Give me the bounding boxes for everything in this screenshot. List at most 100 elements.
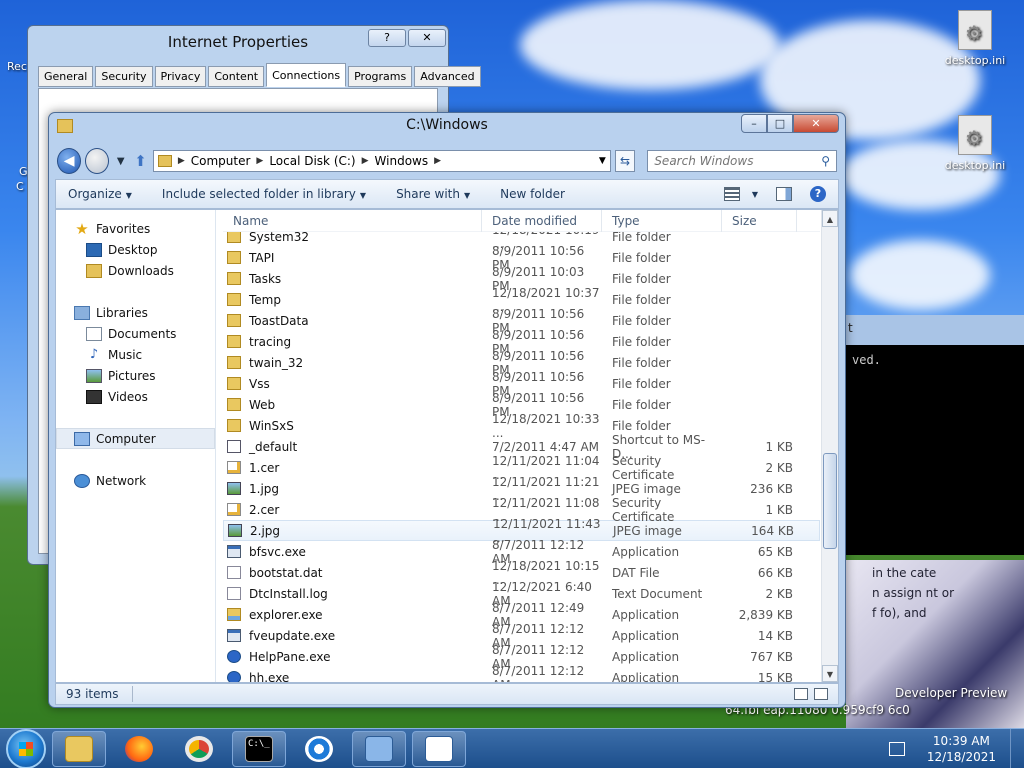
large-icons-view-button-icon[interactable] (814, 688, 828, 700)
breadcrumb-windows[interactable]: Windows (375, 154, 429, 168)
document-icon (86, 326, 102, 341)
column-header-name[interactable]: Name (223, 210, 482, 232)
file-name: ToastData (249, 313, 309, 328)
nav-network[interactable]: Network (56, 470, 215, 491)
desktop-icon-desktop-ini-2[interactable]: desktop.ini (940, 115, 1010, 172)
tab-privacy[interactable]: Privacy (154, 66, 207, 87)
address-dropdown-icon[interactable]: ▼ (599, 156, 606, 166)
chevron-right-icon[interactable]: ▶ (256, 156, 263, 166)
column-header-size[interactable]: Size (722, 210, 797, 232)
new-folder-button[interactable]: New folder (500, 187, 565, 201)
nav-documents[interactable]: Documents (56, 323, 215, 344)
taskbar-explorer[interactable] (52, 730, 106, 767)
breadcrumb-computer[interactable]: Computer (191, 154, 251, 168)
nav-computer[interactable]: Computer (56, 428, 215, 449)
recent-pages-dropdown[interactable]: ▼ (113, 156, 128, 167)
explorer-window[interactable]: C:\Windows – □ ✕ ◀ ▼ ⬆ ▶ Computer ▶ Loca… (48, 112, 846, 708)
chevron-right-icon[interactable]: ▶ (434, 156, 441, 166)
nav-music[interactable]: ♪ Music (56, 344, 215, 365)
cloud (850, 240, 990, 310)
tab-advanced[interactable]: Advanced (414, 66, 481, 87)
search-box[interactable]: ⚲ (647, 150, 837, 172)
nav-downloads[interactable]: Downloads (56, 260, 215, 281)
file-icon (227, 587, 241, 600)
console-window[interactable]: t ved. (846, 315, 1024, 555)
help-icon[interactable]: ? (810, 186, 826, 202)
file-type: Application (612, 670, 680, 683)
organize-button[interactable]: Organize ▼ (68, 187, 132, 201)
maximize-button[interactable]: □ (767, 114, 793, 133)
preview-pane-icon[interactable] (776, 187, 792, 201)
taskbar-ie[interactable] (292, 731, 346, 767)
address-bar[interactable]: ▶ Computer ▶ Local Disk (C:) ▶ Windows ▶… (152, 150, 611, 172)
nav-label: Downloads (108, 263, 174, 278)
search-icon[interactable]: ⚲ (821, 154, 830, 168)
nav-label: Favorites (96, 221, 151, 236)
file-name: HelpPane.exe (249, 649, 331, 664)
taskbar-cmd[interactable]: C:\_ (232, 730, 286, 767)
breadcrumb-local-disk[interactable]: Local Disk (C:) (269, 154, 355, 168)
taskbar-internet-options[interactable] (412, 730, 466, 767)
tab-content[interactable]: Content (208, 66, 265, 87)
start-button[interactable] (6, 728, 46, 768)
change-view-button[interactable]: ▼ (723, 187, 758, 201)
file-name-cell: 1.cer (223, 461, 482, 475)
desktop-icon-recycle-bin[interactable]: Rec (7, 60, 27, 73)
taskbar-control-panel[interactable] (352, 730, 406, 767)
navigation-bar: ◀ ▼ ⬆ ▶ Computer ▶ Local Disk (C:) ▶ Win… (57, 147, 837, 175)
details-view-button-icon[interactable] (794, 688, 808, 700)
back-button[interactable]: ◀ (57, 148, 82, 174)
file-date: 7/2/2011 4:47 AM (492, 439, 600, 454)
close-button[interactable]: ✕ (793, 114, 839, 133)
file-name: WinSxS (249, 418, 294, 433)
clock[interactable]: 10:39 AM 12/18/2021 (927, 733, 996, 765)
chevron-right-icon[interactable]: ▶ (178, 156, 185, 166)
file-type: File folder (612, 355, 671, 370)
column-header-date[interactable]: Date modified (482, 210, 602, 232)
tab-general[interactable]: General (38, 66, 94, 87)
taskbar-firefox[interactable] (112, 731, 166, 767)
nav-pictures[interactable]: Pictures (56, 365, 215, 386)
file-row[interactable]: hh.exe 8/7/2011 12:12 AM Application 15 KB (223, 664, 820, 683)
scroll-up-arrow-icon[interactable]: ▲ (822, 210, 838, 227)
nav-desktop[interactable]: Desktop (56, 239, 215, 260)
file-type: File folder (612, 334, 671, 349)
close-button[interactable]: ✕ (408, 29, 446, 47)
tab-security[interactable]: Security (95, 66, 153, 87)
tab-programs[interactable]: Programs (348, 66, 413, 87)
scroll-down-arrow-icon[interactable]: ▼ (822, 665, 838, 682)
tab-connections[interactable]: Connections (266, 63, 347, 87)
organize-label: Organize (68, 187, 122, 201)
nav-libraries[interactable]: Libraries (56, 302, 215, 323)
desktop-icon-desktop-ini-1[interactable]: desktop.ini (940, 10, 1010, 67)
chevron-down-icon: ▼ (359, 191, 367, 200)
nav-favorites[interactable]: ★ Favorites (56, 218, 215, 239)
nav-label: Documents (108, 326, 177, 341)
desktop-icon-partial[interactable]: C (16, 180, 24, 193)
up-arrow-icon[interactable]: ⬆ (132, 152, 149, 170)
file-size: 14 KB (757, 628, 793, 643)
refresh-button[interactable]: ⇆ (614, 150, 636, 172)
network-status-icon[interactable] (888, 741, 905, 756)
include-in-library-button[interactable]: Include selected folder in library ▼ (162, 187, 366, 201)
show-desktop-button[interactable] (1010, 728, 1024, 768)
help-button[interactable]: ? (368, 29, 406, 47)
taskbar-chrome[interactable] (172, 731, 226, 767)
folder-icon (227, 272, 241, 285)
file-name: 1.cer (249, 460, 280, 475)
file-name: DtcInstall.log (249, 586, 328, 601)
share-with-button[interactable]: Share with ▼ (396, 187, 470, 201)
clock-date: 12/18/2021 (926, 749, 996, 764)
vertical-scrollbar[interactable]: ▲ ▼ (821, 210, 838, 682)
video-icon (86, 389, 102, 404)
column-header-type[interactable]: Type (602, 210, 722, 232)
file-type: File folder (612, 313, 671, 328)
chevron-right-icon[interactable]: ▶ (362, 156, 369, 166)
scrollbar-thumb[interactable] (823, 453, 837, 549)
search-input[interactable] (654, 154, 822, 168)
minimize-button[interactable]: – (741, 114, 767, 133)
forward-button[interactable] (85, 148, 110, 174)
desktop-icon-label: desktop.ini (944, 159, 1006, 172)
nav-videos[interactable]: Videos (56, 386, 215, 407)
file-row[interactable]: WinSxS 12/18/2021 10:33 ... File folder (223, 412, 820, 440)
